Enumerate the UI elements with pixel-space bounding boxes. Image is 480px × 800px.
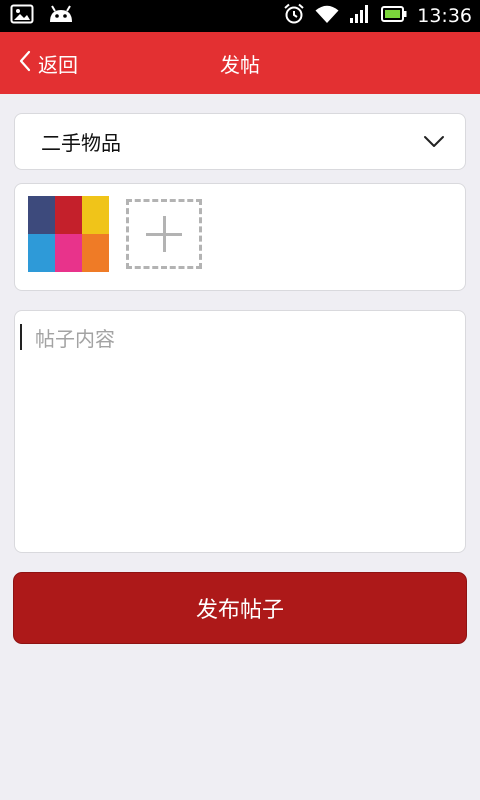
content-card xyxy=(14,310,466,553)
photo-thumbnail[interactable] xyxy=(28,196,109,272)
post-screen: 13:36 返回 发帖 二手物品 帖子内容 发布帖子 xyxy=(0,0,480,800)
add-photo-button[interactable] xyxy=(126,199,202,269)
battery-icon xyxy=(381,6,407,26)
text-cursor xyxy=(20,324,22,350)
chevron-left-icon xyxy=(18,50,32,76)
android-notification-icon xyxy=(48,4,74,28)
status-bar-system: 13:36 xyxy=(283,0,472,32)
status-bar-time: 13:36 xyxy=(417,5,472,27)
status-bar-notifications xyxy=(10,4,74,28)
wifi-icon xyxy=(315,4,339,28)
thumbnail-color-tile xyxy=(82,196,109,234)
gallery-notification-icon xyxy=(10,4,34,28)
status-bar: 13:36 xyxy=(0,0,480,32)
category-select[interactable]: 二手物品 xyxy=(14,113,466,170)
title-bar: 返回 发帖 xyxy=(0,32,480,94)
post-content-input[interactable] xyxy=(15,311,465,552)
thumbnail-color-tile xyxy=(28,196,55,234)
photo-picker xyxy=(14,183,466,291)
signal-icon xyxy=(349,4,371,28)
thumbnail-color-tile xyxy=(82,234,109,272)
submit-post-button[interactable]: 发布帖子 xyxy=(13,572,467,644)
thumbnail-color-tile xyxy=(55,234,82,272)
back-label: 返回 xyxy=(38,52,78,77)
alarm-icon xyxy=(283,3,305,29)
chevron-down-icon xyxy=(423,131,445,155)
back-button[interactable]: 返回 xyxy=(18,32,78,94)
thumbnail-color-tile xyxy=(28,234,55,272)
category-selected-value: 二手物品 xyxy=(41,131,121,155)
thumbnail-color-tile xyxy=(55,196,82,234)
